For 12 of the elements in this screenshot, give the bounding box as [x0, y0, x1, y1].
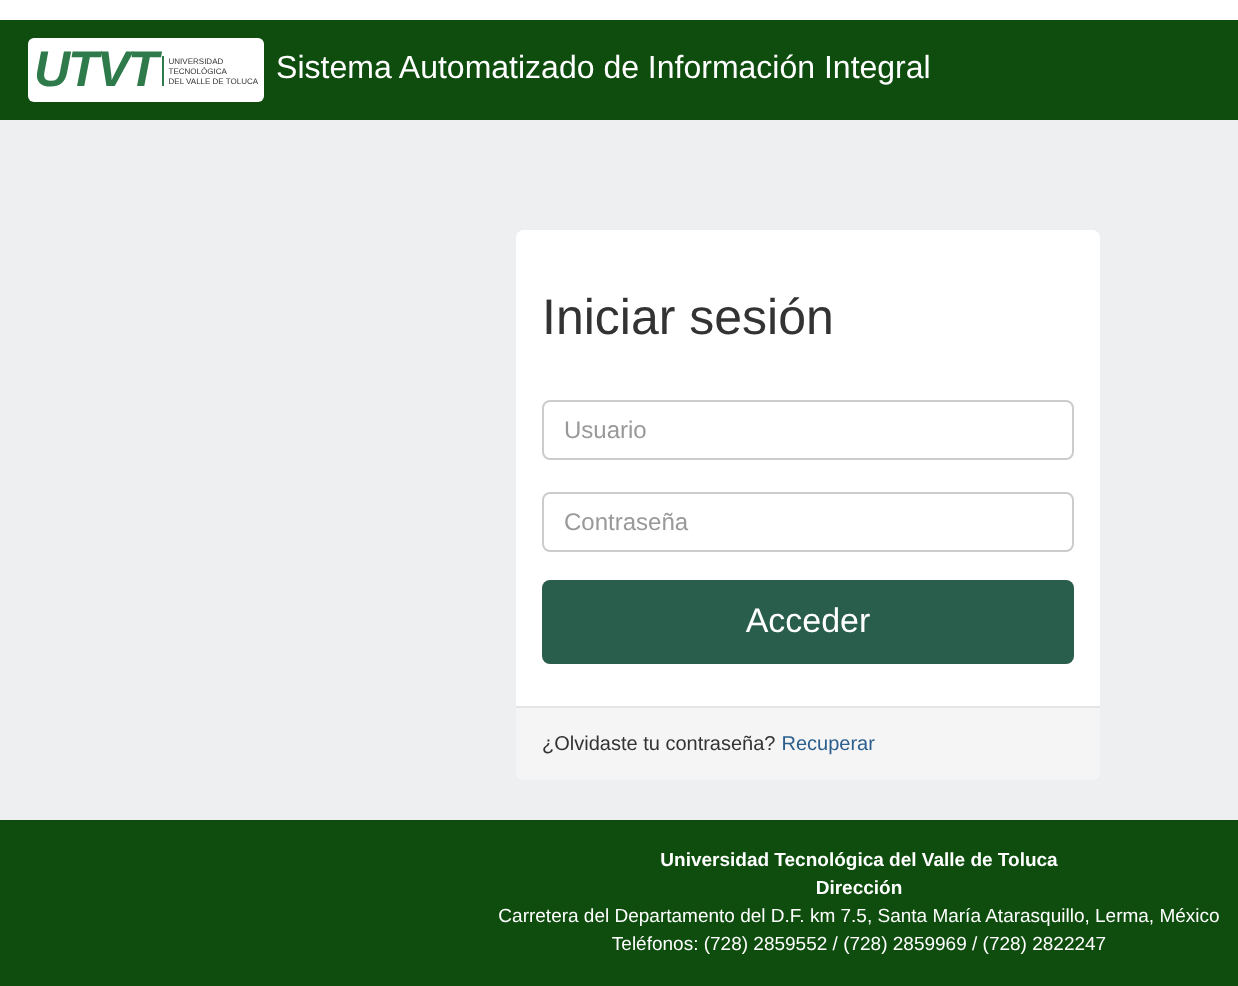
forgot-text: ¿Olvidaste tu contraseña? — [542, 733, 776, 755]
recover-link[interactable]: Recuperar — [781, 733, 875, 755]
footer-phones: Teléfonos: (728) 2859552 / (728) 2859969 / (728) 2822247 — [611, 932, 1107, 958]
logo-mark: UTVT — [34, 41, 157, 99]
footer-name: Universidad Tecnológica del Valle de Toluca — [660, 848, 1058, 874]
login-title: Iniciar sesión — [542, 290, 836, 348]
input-field[interactable]: Usuario — [542, 400, 1074, 460]
input-field[interactable]: Contraseña — [542, 492, 1074, 552]
app-title: Sistema Automatizado de Información Integral — [276, 52, 931, 88]
login-button[interactable]: Acceder — [542, 580, 1074, 664]
footer-section: Dirección — [815, 876, 903, 902]
footer-address: Carretera del Departamento del D.F. km 7.5, Santa María Atarasquillo, Lerma, México — [498, 904, 1220, 930]
